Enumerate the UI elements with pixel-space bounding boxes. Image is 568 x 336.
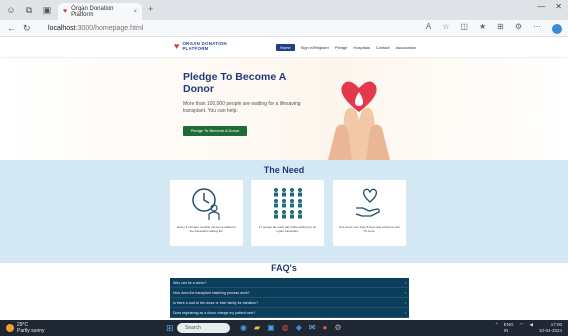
need-card-2-text: 17 people die each day while waiting for… (258, 225, 317, 233)
settings-icon[interactable]: ⚙ (334, 322, 341, 334)
taskbar-search[interactable]: Search (177, 323, 230, 333)
url-host: localhost (48, 25, 76, 32)
need-card-1-text: Every 9 minutes, another person is added… (177, 225, 236, 233)
faq-question: Does registering as a donor change my pa… (173, 311, 256, 315)
clock-person-icon (192, 188, 220, 220)
store-icon[interactable]: ▣ (267, 322, 275, 334)
faq-item[interactable]: Who can be a donor? › (170, 278, 409, 288)
faq-question: How does the transplant matching process… (173, 291, 250, 295)
faq-item[interactable]: How does the transplant matching process… (170, 288, 409, 298)
url-path: :3000/homepage.html (75, 25, 144, 32)
clock[interactable]: 17:00 10-04-2024 (539, 322, 562, 334)
logo-heart-icon: ♥ (174, 41, 180, 51)
heart-icon: ♥ (63, 8, 68, 15)
read-aloud-icon[interactable]: A (426, 22, 431, 34)
heart-hand-icon (355, 188, 380, 217)
need-card-1: Every 9 minutes, another person is added… (170, 180, 243, 246)
url-field[interactable]: localhost:3000/homepage.html (40, 22, 435, 35)
close-window-button[interactable]: ✕ (555, 2, 562, 11)
workspaces-icon[interactable]: ⧉ (22, 3, 36, 17)
back-icon[interactable]: ← (7, 23, 16, 33)
chevron-right-icon: › (404, 281, 406, 285)
nav-signin[interactable]: Sign in/Register (301, 45, 329, 50)
need-section: The Need Every 9 minutes, another person… (0, 160, 568, 263)
volume-icon[interactable]: ◀ (530, 322, 533, 334)
pledge-button[interactable]: Pledge To Become A Donor (183, 126, 247, 136)
people-group-icon (274, 188, 302, 219)
window-controls: — ✕ (537, 2, 562, 11)
copilot-icon[interactable] (552, 24, 562, 34)
favorites-icon[interactable]: ★ (479, 22, 486, 34)
browser-tab[interactable]: ♥ Organ Donation Platform × (58, 3, 142, 20)
hero-section: Pledge To Become A Donor More than 100,0… (0, 58, 568, 160)
language-indicator[interactable]: ENG IN (504, 322, 514, 334)
weather-widget[interactable]: 29°C Partly sunny (6, 322, 45, 334)
vscode-icon[interactable]: ◆ (296, 322, 302, 334)
sun-icon (6, 324, 14, 332)
faq-item[interactable]: Is there a cost to the donor or their fa… (170, 298, 409, 308)
nav-pledge[interactable]: Pledge (335, 45, 347, 50)
hero-subtitle: More than 100,000 people are waiting for… (183, 101, 301, 114)
need-card-3: One donor can save 8 lives and enhance o… (333, 180, 406, 246)
faq-title: FAQ's (271, 263, 297, 273)
new-tab-button[interactable]: + (148, 4, 153, 14)
extensions-icon[interactable]: ⚙ (515, 22, 522, 34)
site-logo[interactable]: ♥ ORGAN DONATION PLATFORM (174, 41, 227, 51)
refresh-icon[interactable]: ↻ (23, 23, 31, 34)
tab-title: Organ Donation Platform (71, 5, 114, 18)
windows-taskbar: 29°C Partly sunny ⊞ Search ◉ ▰ ▣ ◍ ◆ ✉ ●… (0, 320, 568, 336)
need-title: The Need (263, 165, 305, 175)
main-nav: Home Sign in/Register Pledge Hospitals C… (276, 44, 416, 51)
edge-app-icon[interactable]: ◉ (240, 322, 247, 334)
clock-date: 10-04-2024 (538, 328, 562, 333)
need-card-2: 17 people die each day while waiting for… (251, 180, 324, 246)
app-icon[interactable]: ● (323, 322, 328, 334)
chevron-right-icon: › (404, 311, 406, 315)
collections-icon[interactable]: ⊞ (497, 22, 504, 34)
favorite-star-icon[interactable]: ☆ (442, 22, 449, 34)
chevron-right-icon: › (404, 291, 406, 295)
hero-title: Pledge To Become A Donor (183, 71, 286, 95)
faq-item[interactable]: Does registering as a donor change my pa… (170, 308, 409, 318)
weather-desc: Partly sunny (17, 328, 45, 334)
faq-question: Who can be a donor? (173, 281, 207, 285)
system-tray: ^ ENG IN ◠ ◀ 17:00 10-04-2024 (496, 322, 562, 334)
chevron-right-icon: › (404, 301, 406, 305)
region-code: IN (503, 328, 509, 333)
tab-actions-icon[interactable]: ▣ (40, 3, 54, 17)
windows-start-icon[interactable]: ⊞ (166, 324, 174, 333)
more-icon[interactable]: ⋯ (533, 22, 541, 34)
minimize-button[interactable]: — (537, 2, 545, 11)
hands-holding-heart-image (328, 81, 390, 160)
profile-icon[interactable]: ☺ (4, 3, 18, 17)
nav-hospitals[interactable]: Hospitals (353, 45, 369, 50)
wifi-icon[interactable]: ◠ (520, 322, 524, 334)
tray-chevron-icon[interactable]: ^ (496, 322, 498, 334)
split-screen-icon[interactable]: ◫ (460, 22, 468, 34)
chrome-icon[interactable]: ◍ (282, 322, 289, 334)
taskbar-apps: ◉ ▰ ▣ ◍ ◆ ✉ ● ⚙ (240, 322, 342, 334)
close-tab-icon[interactable]: × (133, 9, 137, 15)
logo-line2: PLATFORM (182, 46, 209, 51)
site-header: ♥ ORGAN DONATION PLATFORM Home Sign in/R… (0, 37, 568, 58)
need-card-3-text: One donor can save 8 lives and enhance o… (338, 225, 401, 233)
faq-question: Is there a cost to the donor or their fa… (173, 301, 259, 305)
address-bar-row: ← ↻ localhost:3000/homepage.html A ☆ ◫ ★… (0, 20, 568, 37)
browser-tab-bar: ☺ ⧉ ▣ ♥ Organ Donation Platform × + — ✕ (0, 0, 568, 20)
browser-toolbar: A ☆ ◫ ★ ⊞ ⚙ ⋯ (426, 22, 562, 34)
file-explorer-icon[interactable]: ▰ (254, 322, 260, 334)
faq-accordion: Who can be a donor? › How does the transp… (170, 278, 409, 318)
nav-home[interactable]: Home (276, 44, 295, 51)
mail-icon[interactable]: ✉ (309, 322, 316, 334)
nav-contact[interactable]: Contact (376, 45, 390, 50)
nav-association[interactable]: Association (396, 45, 416, 50)
